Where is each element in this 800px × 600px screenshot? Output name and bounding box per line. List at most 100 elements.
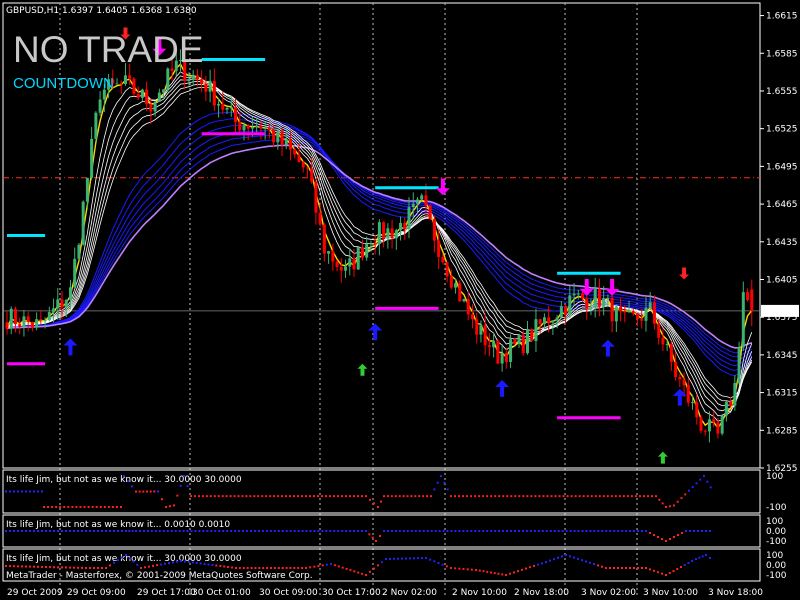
candle-body[interactable] — [716, 422, 720, 434]
candle-body[interactable] — [208, 80, 212, 92]
candle-body[interactable] — [462, 299, 466, 302]
candle-body[interactable] — [301, 162, 305, 168]
candle-body[interactable] — [276, 130, 280, 143]
candle-body[interactable] — [746, 292, 750, 301]
candle-body[interactable] — [492, 340, 496, 348]
candle-body[interactable] — [576, 293, 580, 295]
candle-body[interactable] — [217, 103, 221, 106]
candle-body[interactable] — [475, 319, 479, 335]
candle-body[interactable] — [136, 93, 140, 98]
candle-body[interactable] — [360, 247, 364, 258]
candle-body[interactable] — [648, 302, 652, 308]
candle-body[interactable] — [454, 283, 458, 288]
candle-body[interactable] — [547, 317, 551, 323]
candle-body[interactable] — [614, 306, 618, 322]
candle-body[interactable] — [602, 298, 606, 307]
candle-body[interactable] — [627, 311, 631, 313]
candle-body[interactable] — [504, 353, 508, 362]
candle-body[interactable] — [610, 297, 614, 322]
candle-body[interactable] — [597, 288, 601, 307]
candle-body[interactable] — [703, 430, 707, 432]
candle-body[interactable] — [517, 334, 521, 344]
candle-body[interactable] — [585, 298, 589, 309]
trading-chart[interactable]: 1.6615 1.6585 1.6555 1.6525 1.6495 1.6465 1.64… — [0, 0, 800, 600]
candle-body[interactable] — [377, 222, 381, 245]
candle-body[interactable] — [284, 139, 288, 145]
candle-body[interactable] — [191, 75, 195, 80]
candle-body[interactable] — [695, 402, 699, 418]
candle-body[interactable] — [581, 293, 585, 299]
candle-body[interactable] — [132, 78, 136, 94]
candle-body[interactable] — [399, 222, 403, 231]
candle-body[interactable] — [394, 230, 398, 239]
candle-body[interactable] — [250, 127, 254, 129]
candle-body[interactable] — [691, 402, 695, 404]
candle-body[interactable] — [352, 258, 356, 270]
candle-body[interactable] — [229, 107, 233, 109]
candle-body[interactable] — [322, 224, 326, 254]
candle-body[interactable] — [18, 324, 22, 328]
candle-body[interactable] — [373, 243, 377, 245]
candle-body[interactable] — [521, 334, 525, 354]
candle-body[interactable] — [538, 319, 542, 325]
candle-body[interactable] — [255, 126, 259, 128]
candle-body[interactable] — [13, 308, 17, 325]
candle-body[interactable] — [47, 312, 51, 321]
candle-body[interactable] — [661, 337, 665, 345]
candle-body[interactable] — [35, 319, 39, 328]
candle-body[interactable] — [589, 307, 593, 309]
candle-body[interactable] — [140, 89, 144, 98]
candle-body[interactable] — [420, 195, 424, 200]
candle-body[interactable] — [500, 353, 504, 364]
candle-body[interactable] — [665, 344, 669, 346]
candle-body[interactable] — [123, 75, 127, 84]
candle-body[interactable] — [145, 89, 149, 105]
candle-body[interactable] — [153, 101, 157, 112]
candle-body[interactable] — [530, 329, 534, 342]
candle-body[interactable] — [390, 228, 394, 239]
candle-body[interactable] — [212, 80, 216, 106]
candle-body[interactable] — [623, 311, 627, 313]
candle-body[interactable] — [483, 325, 487, 346]
candle-body[interactable] — [204, 83, 208, 92]
candle-body[interactable] — [445, 262, 449, 277]
candle-body[interactable] — [458, 283, 462, 302]
candle-body[interactable] — [356, 247, 360, 270]
candle-body[interactable] — [707, 419, 711, 432]
candle-body[interactable] — [162, 89, 166, 93]
candle-body[interactable] — [259, 126, 263, 129]
candle-body[interactable] — [568, 295, 572, 315]
candle-body[interactable] — [534, 319, 538, 342]
candle-body[interactable] — [441, 257, 445, 263]
candle-body[interactable] — [712, 419, 716, 423]
candle-body[interactable] — [221, 103, 225, 110]
candle-body[interactable] — [555, 317, 559, 321]
candle-body[interactable] — [369, 243, 373, 245]
candle-body[interactable] — [652, 302, 656, 324]
candle-body[interactable] — [94, 112, 98, 139]
candle-body[interactable] — [432, 219, 436, 241]
candle-body[interactable] — [128, 75, 132, 79]
candle-body[interactable] — [119, 83, 123, 85]
candle-body[interactable] — [263, 127, 267, 129]
candle-body[interactable] — [403, 222, 407, 230]
candle-body[interactable] — [81, 201, 85, 245]
candle-body[interactable] — [238, 122, 242, 131]
candle-body[interactable] — [551, 320, 555, 323]
candle-body[interactable] — [428, 205, 432, 220]
candle-body[interactable] — [64, 299, 68, 308]
candle-body[interactable] — [729, 401, 733, 406]
candle-body[interactable] — [234, 107, 238, 123]
candle-body[interactable] — [640, 319, 644, 321]
candle-body[interactable] — [470, 314, 474, 320]
candle-body[interactable] — [90, 138, 94, 178]
candle-body[interactable] — [52, 308, 56, 313]
candle-body[interactable] — [741, 292, 745, 348]
candle-body[interactable] — [297, 154, 301, 163]
candle-body[interactable] — [318, 212, 322, 225]
candle-body[interactable] — [386, 228, 390, 239]
candle-body[interactable] — [339, 266, 343, 271]
candle-body[interactable] — [30, 321, 34, 328]
candle-body[interactable] — [466, 299, 470, 315]
candle-body[interactable] — [437, 240, 441, 258]
